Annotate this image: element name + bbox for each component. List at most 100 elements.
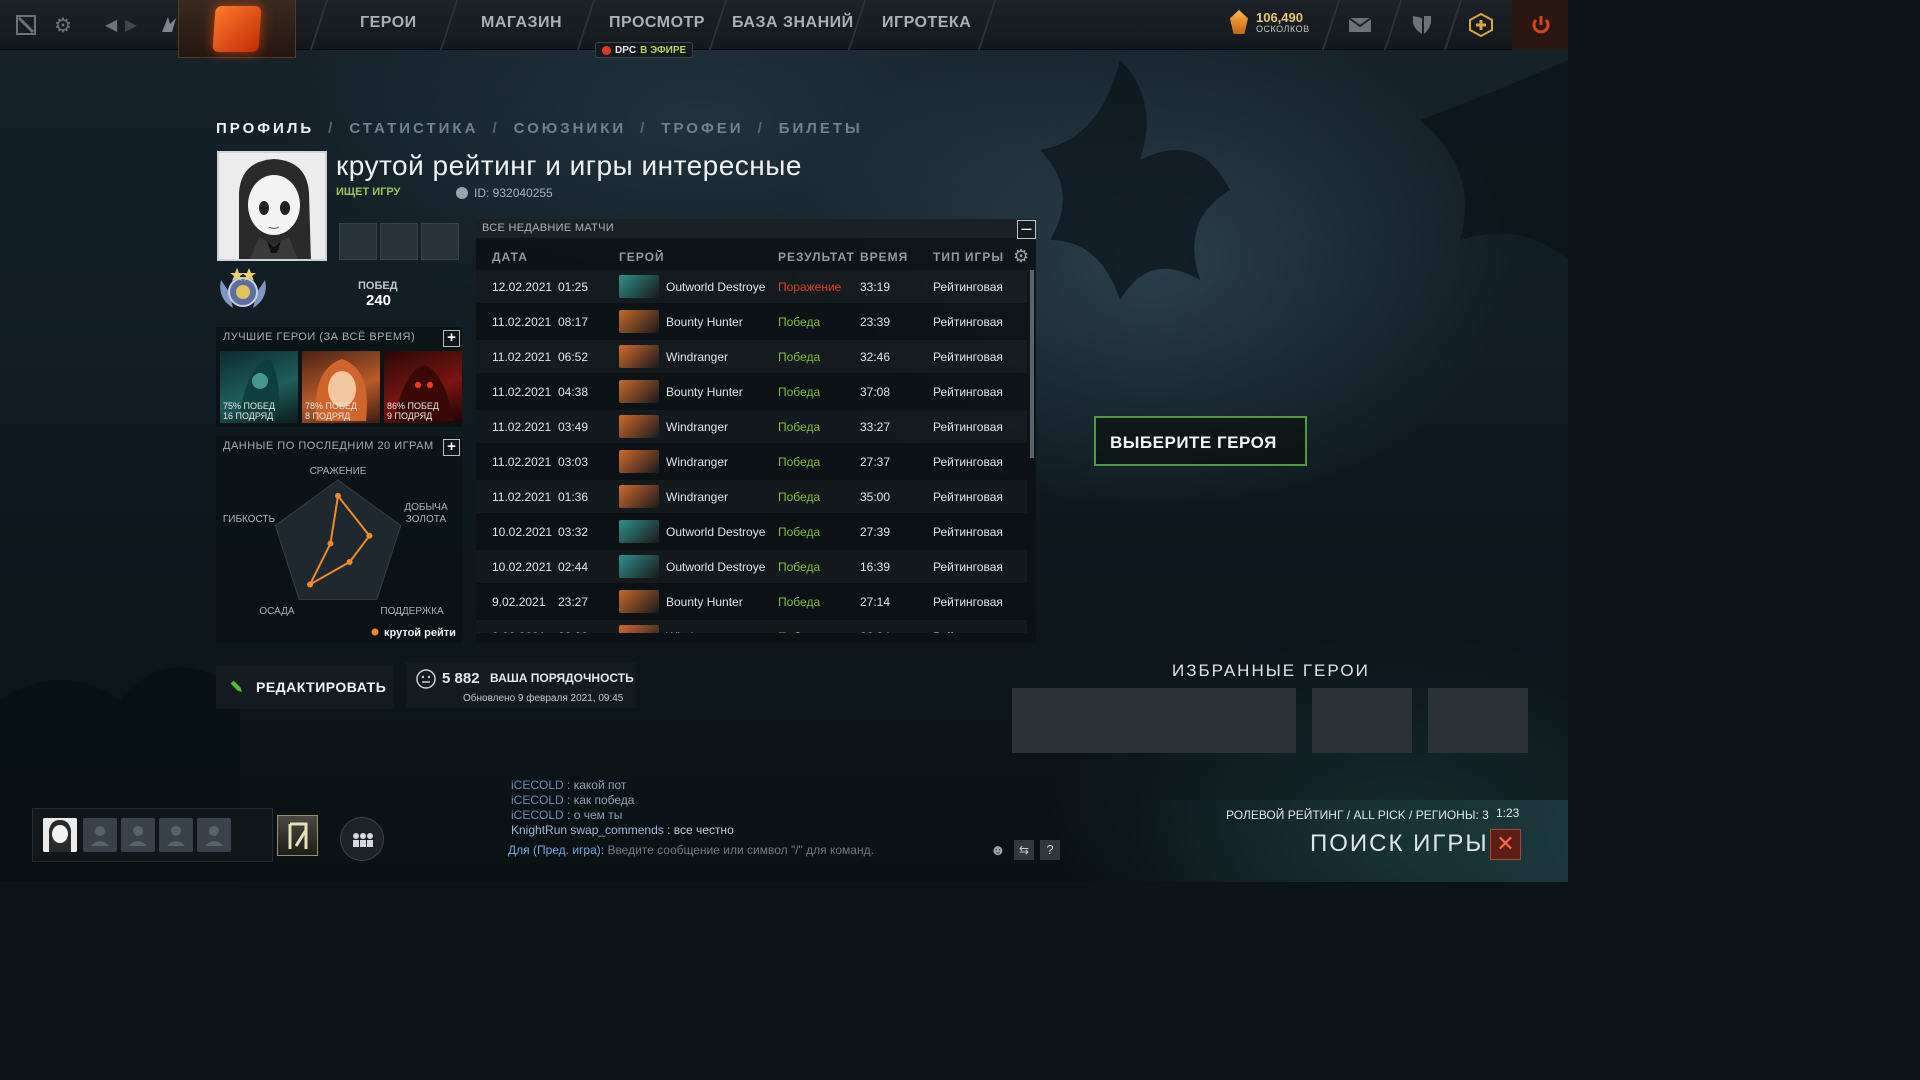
table-row[interactable]: 11.02.2021 04:38 Bounty Hunter Победа 37:08 Р… (476, 375, 1027, 408)
favorite-hero-slot[interactable] (1428, 688, 1528, 753)
minimize-matches-button[interactable]: – (1017, 219, 1036, 239)
tab-separator: / (492, 120, 500, 137)
match-result: Победа (778, 350, 821, 364)
best-hero-card[interactable]: 86% ПОБЕД 9 ПОДРЯД (384, 351, 462, 423)
nav-arcade[interactable]: ИГРОТЕКА (882, 14, 971, 32)
table-row[interactable]: 9.02.2021 22:28 Windranger Победа 36:34 Рейти… (476, 620, 1027, 633)
friends-button[interactable] (340, 817, 384, 861)
column-header-hero[interactable]: ГЕРОЙ (619, 250, 665, 264)
chat-line: iCECOLD : о чем ты (511, 808, 623, 822)
cancel-search-button[interactable]: ✕ (1490, 829, 1521, 860)
tab-separator: / (757, 120, 765, 137)
emoji-icon[interactable]: ☻ (990, 842, 1006, 859)
nav-store[interactable]: МАГАЗИН (481, 14, 562, 32)
best-hero-card[interactable]: 75% ПОБЕД 16 ПОДРЯД (220, 351, 298, 423)
battle-pass-icon (288, 822, 308, 849)
column-header-date[interactable]: ДАТА (492, 250, 528, 264)
chat-input[interactable]: Для (Пред. игра): Введите сообщение или … (508, 843, 874, 857)
nav-learn[interactable]: БАЗА ЗНАНИЙ (732, 14, 854, 32)
hero-portrait-icon (619, 590, 659, 613)
power-icon[interactable] (1526, 10, 1556, 40)
party-member-avatar[interactable] (43, 818, 77, 852)
match-date: 10.02.2021 (492, 525, 553, 539)
matches-scrollbar[interactable] (1030, 270, 1034, 458)
party-empty-slot[interactable] (121, 818, 155, 852)
hero-portrait-icon (619, 310, 659, 333)
help-icon[interactable]: ? (1040, 840, 1060, 860)
match-time-of-day: 02:44 (558, 560, 589, 574)
shards-counter[interactable]: 106,490 ОСКОЛКОВ (1230, 10, 1310, 34)
nav-watch[interactable]: ПРОСМОТР (609, 14, 705, 32)
best-heroes-expand-button[interactable]: + (443, 330, 460, 347)
badge-slot[interactable] (421, 223, 459, 260)
match-result: Победа (778, 630, 820, 633)
dota-logo-button[interactable] (178, 0, 296, 58)
behavior-score-panel[interactable]: 5 882 ВАША ПОРЯДОЧНОСТЬ Обновлено 9 февр… (406, 662, 636, 708)
chat-channel-label[interactable]: Для (Пред. игра): (508, 843, 604, 857)
column-header-game-type[interactable]: ТИП ИГРЫ (933, 250, 1004, 264)
table-row[interactable]: 11.02.2021 08:17 Bounty Hunter Победа 23:39 Р… (476, 305, 1027, 338)
match-time-of-day: 04:38 (558, 385, 589, 399)
wins-value: 240 (366, 292, 392, 309)
column-header-duration[interactable]: ВРЕМЯ (860, 250, 908, 264)
nav-separator (439, 0, 459, 50)
match-date: 11.02.2021 (492, 350, 552, 364)
dota-plus-icon[interactable] (1466, 10, 1496, 40)
avatar-anime-girl-icon (219, 153, 325, 259)
favorite-hero-slot[interactable] (1012, 688, 1296, 753)
table-row[interactable]: 11.02.2021 01:36 Windranger Победа 35:00 Рейт… (476, 480, 1027, 513)
match-game-type: Рейтинговая (933, 280, 1003, 294)
table-settings-gear-icon[interactable]: ⚙ (1013, 246, 1029, 267)
tab-allies[interactable]: СОЮЗНИКИ (514, 120, 627, 137)
best-hero-stats: 86% ПОБЕД 9 ПОДРЯД (387, 401, 439, 421)
party-empty-slot[interactable] (83, 818, 117, 852)
dpc-live-label: В ЭФИРЕ (640, 44, 687, 56)
tab-tickets[interactable]: БИЛЕТЫ (779, 120, 863, 137)
match-duration: 27:14 (860, 595, 891, 609)
table-row[interactable]: 10.02.2021 02:44 Outworld Destroye Победа 16… (476, 550, 1027, 583)
hero-portrait-icon (619, 555, 659, 578)
column-header-result[interactable]: РЕЗУЛЬТАТ (778, 250, 855, 264)
translate-icon[interactable]: ⇆ (1014, 840, 1034, 860)
tab-stats[interactable]: СТАТИСТИКА (349, 120, 478, 137)
edit-profile-button[interactable]: РЕДАКТИРОВАТЬ (216, 665, 394, 709)
armory-shield-icon[interactable] (1407, 10, 1437, 40)
gear-icon[interactable]: ⚙ (48, 10, 78, 40)
user-silhouette-icon (91, 826, 109, 846)
forward-arrow-icon[interactable]: ▶ (116, 10, 146, 40)
badge-slot[interactable] (339, 223, 377, 260)
party-empty-slot[interactable] (159, 818, 193, 852)
table-row[interactable]: 12.02.2021 01:25 Outworld Destroye Поражени… (476, 270, 1027, 303)
badge-slot[interactable] (380, 223, 418, 260)
table-row[interactable]: 11.02.2021 03:49 Windranger Победа 33:27 Рейт… (476, 410, 1027, 443)
table-row[interactable]: 10.02.2021 03:32 Outworld Destroye Победа 27… (476, 515, 1027, 548)
tab-trophies[interactable]: ТРОФЕИ (661, 120, 743, 137)
nav-heroes[interactable]: ГЕРОИ (360, 14, 417, 32)
last20-radar-chart: СРАЖЕНИЕ ДОБЫЧА ЗОЛОТА ГИБКОСТЬ ОСАДА ПО… (223, 466, 456, 639)
match-game-type: Рейтинговая (933, 420, 1003, 434)
best-hero-card[interactable]: 78% ПОБЕД 8 ПОДРЯД (302, 351, 380, 423)
battle-pass-button[interactable] (277, 815, 318, 856)
table-row[interactable]: 11.02.2021 06:52 Windranger Победа 32:46 Рейт… (476, 340, 1027, 373)
match-duration: 36:34 (860, 630, 890, 633)
axis-fight-label: СРАЖЕНИЕ (310, 466, 367, 477)
favorite-hero-slot[interactable] (1312, 688, 1412, 753)
pick-hero-button[interactable]: ВЫБЕРИТЕ ГЕРОЯ (1094, 416, 1307, 466)
mail-icon[interactable] (1345, 10, 1375, 40)
dpc-live-badge[interactable]: DPC В ЭФИРЕ (595, 42, 694, 58)
friends-group-icon (353, 833, 373, 847)
dota-logo-icon (212, 5, 262, 52)
dota-menu-icon[interactable] (11, 10, 41, 40)
find-game-label[interactable]: ПОИСК ИГРЫ (1310, 830, 1489, 858)
tab-profile[interactable]: ПРОФИЛЬ (216, 120, 314, 137)
avatar[interactable] (217, 151, 327, 261)
match-hero-name: Windranger (666, 490, 729, 504)
table-row[interactable]: 11.02.2021 03:03 Windranger Победа 27:37 Рейт… (476, 445, 1027, 478)
chat-log: iCECOLD : какой пот iCECOLD : как победа… (511, 778, 734, 838)
hero-portrait-icon (619, 450, 659, 473)
chat-placeholder: Введите сообщение или символ "/" для ком… (607, 843, 874, 857)
party-empty-slot[interactable] (197, 818, 231, 852)
best-heroes-title: ЛУЧШИЕ ГЕРОИ (ЗА ВСЁ ВРЕМЯ) (223, 331, 416, 343)
rank-medal-icon[interactable] (215, 264, 271, 314)
table-row[interactable]: 9.02.2021 23:27 Bounty Hunter Победа 27:14 Ре… (476, 585, 1027, 618)
